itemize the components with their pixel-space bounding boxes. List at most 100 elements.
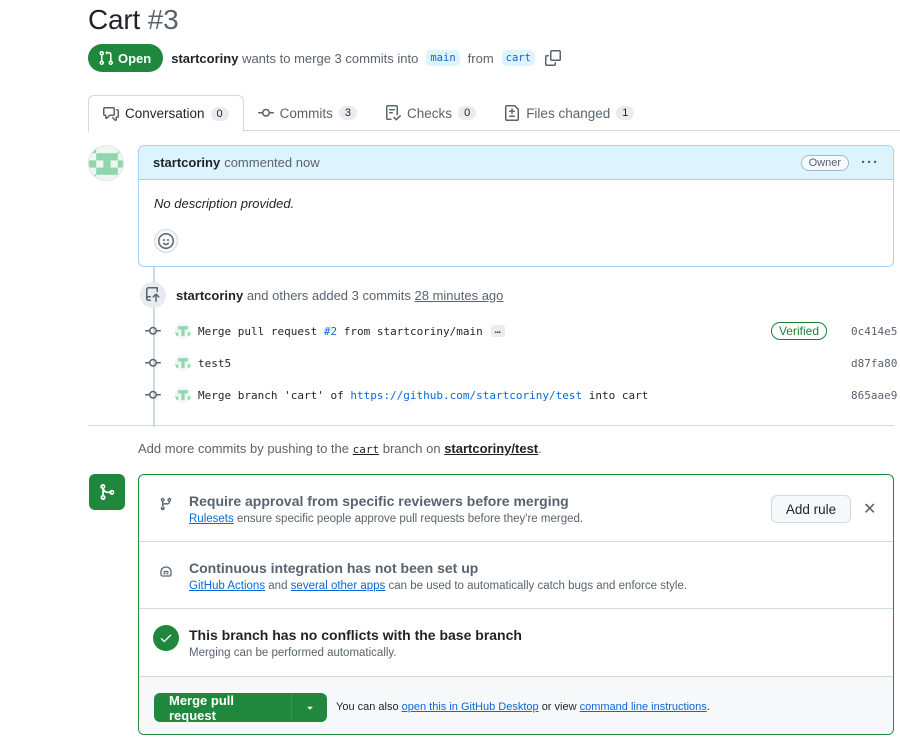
comment-author[interactable]: startcoriny (153, 155, 220, 170)
git-commit-icon (257, 108, 274, 117)
tab-checks[interactable]: Checks 0 (371, 95, 490, 131)
conflict-section: This branch has no conflicts with the ba… (139, 609, 893, 676)
pr-title-text: Cart (88, 4, 141, 35)
push-hint: Add more commits by pushing to the cart … (138, 441, 542, 456)
merge-box: Require approval from specific reviewers… (138, 474, 894, 735)
state-label: Open (118, 50, 152, 66)
pr-state-row: Open startcoriny wants to merge 3 commit… (88, 44, 561, 72)
pr-tabs: Conversation 0 Commits 3 Checks 0 Files … (88, 95, 900, 132)
pr-description-comment: startcoriny commented now Owner ··· No d… (138, 145, 894, 267)
timeline-badge (140, 282, 166, 308)
kebab-menu-icon[interactable]: ··· (861, 154, 879, 171)
push-hint-repo[interactable]: startcoriny/test (444, 441, 538, 456)
git-commit-icon (145, 326, 161, 335)
repo-push-icon (146, 287, 160, 302)
pr-author-link[interactable]: startcoriny (171, 51, 238, 66)
push-hint-branch[interactable]: cart (353, 443, 380, 456)
other-apps-link[interactable]: several other apps (291, 580, 386, 592)
also-text: or view (541, 701, 577, 713)
check-icon (160, 634, 172, 643)
commit-msg-text: Merge branch 'cart' of (198, 388, 351, 402)
comment-header: startcoriny commented now Owner ··· (139, 146, 893, 180)
add-rule-button[interactable]: Add rule (771, 495, 851, 523)
push-hint-text: . (538, 441, 542, 456)
tab-label: Conversation (125, 106, 205, 121)
also-text: . (706, 701, 710, 713)
pull-request-icon (99, 50, 113, 66)
file-diff-icon (505, 105, 520, 121)
head-branch[interactable]: cart (501, 50, 535, 66)
timeline-commits-event: startcoriny and others added 3 commits 2… (140, 282, 503, 308)
tab-count: 3 (338, 106, 358, 120)
comment-discussion-icon (103, 106, 119, 121)
merge-method-dropdown[interactable] (292, 693, 327, 722)
commit-pr-link[interactable]: #2 (324, 325, 337, 338)
also-text: You can also (336, 701, 399, 713)
merge-pull-request-button[interactable]: Merge pull request (154, 693, 292, 722)
ci-section: Continuous integration has not been set … (139, 542, 893, 609)
commit-url-link[interactable]: https://github.com/startcoriny/test (350, 389, 582, 402)
merge-status-icon (89, 474, 125, 510)
git-merge-icon (100, 484, 115, 500)
avatar[interactable] (88, 145, 124, 181)
close-icon[interactable]: ✕ (863, 499, 876, 519)
push-hint-text: Add more commits by pushing to the (138, 441, 349, 456)
ci-title: Continuous integration has not been set … (189, 560, 479, 576)
rule-title: Require approval from specific reviewers… (189, 493, 569, 509)
commit-message[interactable]: test5 (198, 357, 231, 370)
identicon-icon (175, 355, 191, 371)
git-commit-icon (145, 358, 161, 367)
tab-label: Files changed (526, 105, 611, 121)
timeline-action: and others added 3 commits (246, 287, 411, 303)
identicon-icon (175, 323, 191, 339)
git-branch-icon (160, 497, 172, 511)
merge-button-group: Merge pull request (154, 693, 327, 722)
comment-action: commented now (224, 155, 320, 170)
pr-number: #3 (147, 4, 179, 35)
avatar[interactable] (175, 323, 191, 339)
check-circle-icon (153, 625, 179, 651)
commit-sha[interactable]: 865aae9 (851, 389, 897, 402)
add-reaction-button[interactable] (154, 229, 178, 253)
timeline-actor[interactable]: startcoriny (176, 288, 243, 303)
expand-commit-button[interactable]: … (490, 325, 505, 337)
github-actions-link[interactable]: GitHub Actions (189, 580, 265, 592)
pr-title: Cart #3 (88, 4, 179, 36)
command-line-link[interactable]: command line instructions (580, 701, 707, 713)
checklist-icon (386, 105, 402, 121)
verified-badge[interactable]: Verified (770, 322, 827, 340)
copy-icon[interactable] (544, 50, 561, 66)
pr-meta-from: from (467, 50, 494, 66)
identicon-icon (175, 387, 191, 403)
push-hint-text: branch on (382, 441, 441, 456)
commit-message[interactable]: Merge pull request #2 from startcoriny/m… (198, 325, 483, 338)
avatar[interactable] (175, 355, 191, 371)
merge-rule-section: Require approval from specific reviewers… (139, 475, 893, 542)
commit-sha[interactable]: 0c414e5 (851, 325, 897, 338)
tab-count: 1 (616, 106, 635, 120)
merge-alt-text: You can also open this in GitHub Desktop… (336, 701, 710, 713)
commit-message[interactable]: Merge branch 'cart' of https://github.co… (198, 389, 648, 402)
base-branch[interactable]: main (426, 50, 460, 66)
commit-msg-text: Merge pull request (198, 324, 324, 338)
tab-label: Commits (279, 105, 333, 121)
rulesets-link[interactable]: Rulesets (189, 513, 234, 525)
commit-row: Merge pull request #2 from startcoriny/m… (145, 320, 897, 342)
github-desktop-link[interactable]: open this in GitHub Desktop (402, 701, 539, 713)
tab-commits[interactable]: Commits 3 (244, 95, 371, 131)
git-commit-icon (145, 390, 161, 399)
tab-conversation[interactable]: Conversation 0 (88, 95, 244, 132)
pr-meta-text: wants to merge 3 commits into (242, 50, 419, 66)
tab-files-changed[interactable]: Files changed 1 (490, 95, 648, 131)
avatar[interactable] (175, 387, 191, 403)
triangle-down-icon (306, 706, 313, 710)
conflict-title: This branch has no conflicts with the ba… (189, 627, 522, 643)
ci-text: can be used to automatically catch bugs … (388, 580, 688, 592)
commit-msg-text: from startcoriny/main (337, 324, 483, 338)
timeline-time[interactable]: 28 minutes ago (415, 288, 504, 303)
rule-text: ensure specific people approve pull requ… (236, 513, 584, 525)
smiley-icon (158, 233, 174, 249)
state-badge: Open (88, 44, 164, 72)
commit-sha[interactable]: d87fa80 (851, 357, 897, 370)
divider (88, 425, 894, 426)
